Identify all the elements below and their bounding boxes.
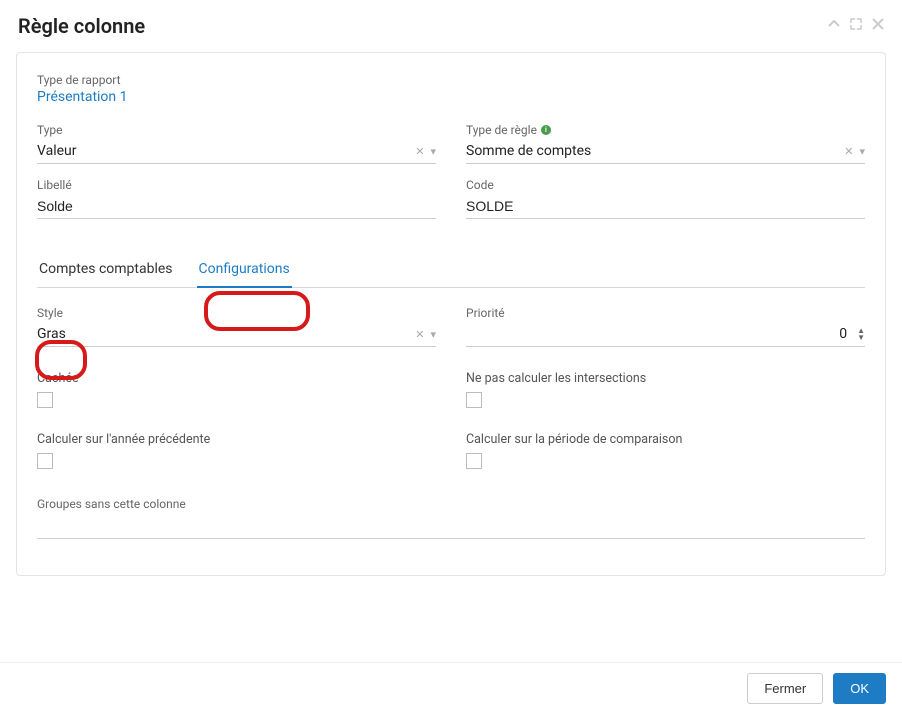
close-button[interactable]: Fermer (747, 673, 823, 704)
info-icon[interactable]: i (541, 125, 551, 135)
dialog-title: Règle colonne (18, 14, 145, 38)
chevron-down-icon[interactable]: ▾ (430, 328, 436, 341)
libelle-label: Libellé (37, 178, 436, 192)
ok-button[interactable]: OK (833, 673, 886, 704)
type-select[interactable]: Valeur ✕ ▾ (37, 139, 436, 164)
clear-icon[interactable]: ✕ (844, 145, 853, 158)
code-label: Code (466, 178, 865, 192)
ruletype-value: Somme de comptes (466, 143, 838, 159)
groupswithout-label: Groupes sans cette colonne (37, 497, 865, 511)
type-label: Type (37, 123, 436, 137)
compperiod-checkbox[interactable] (466, 453, 482, 469)
ruletype-label: Type de règle (466, 123, 537, 137)
tab-accounts[interactable]: Comptes comptables (37, 253, 175, 287)
style-select[interactable]: Gras ✕ ▾ (37, 322, 436, 347)
nointersect-checkbox[interactable] (466, 392, 482, 408)
report-type-label: Type de rapport (37, 73, 865, 87)
code-input[interactable] (466, 198, 865, 214)
style-value: Gras (37, 326, 409, 342)
stepper-down-icon[interactable]: ▼ (857, 334, 865, 341)
report-type-link[interactable]: Présentation 1 (37, 89, 865, 105)
libelle-input[interactable] (37, 198, 436, 214)
prevyear-checkbox[interactable] (37, 453, 53, 469)
hidden-label: Cachée (37, 371, 436, 386)
tab-configurations[interactable]: Configurations (197, 253, 292, 287)
prevyear-label: Calculer sur l'année précédente (37, 432, 436, 447)
type-value: Valeur (37, 143, 409, 159)
priority-stepper[interactable]: ▲ ▼ (857, 327, 865, 341)
clear-icon[interactable]: ✕ (415, 145, 424, 158)
groupswithout-input[interactable] (37, 513, 865, 539)
hidden-checkbox[interactable] (37, 392, 53, 408)
chevron-down-icon[interactable]: ▾ (859, 145, 865, 158)
priority-value[interactable]: 0 (466, 326, 847, 342)
nointersect-label: Ne pas calculer les intersections (466, 371, 865, 386)
style-label: Style (37, 306, 436, 320)
chevron-down-icon[interactable]: ▾ (430, 145, 436, 158)
close-icon[interactable] (872, 18, 884, 34)
ruletype-select[interactable]: Somme de comptes ✕ ▾ (466, 139, 865, 164)
priority-label: Priorité (466, 306, 865, 320)
clear-icon[interactable]: ✕ (415, 328, 424, 341)
collapse-icon[interactable] (828, 18, 840, 34)
expand-icon[interactable] (850, 18, 862, 34)
compperiod-label: Calculer sur la période de comparaison (466, 432, 865, 447)
